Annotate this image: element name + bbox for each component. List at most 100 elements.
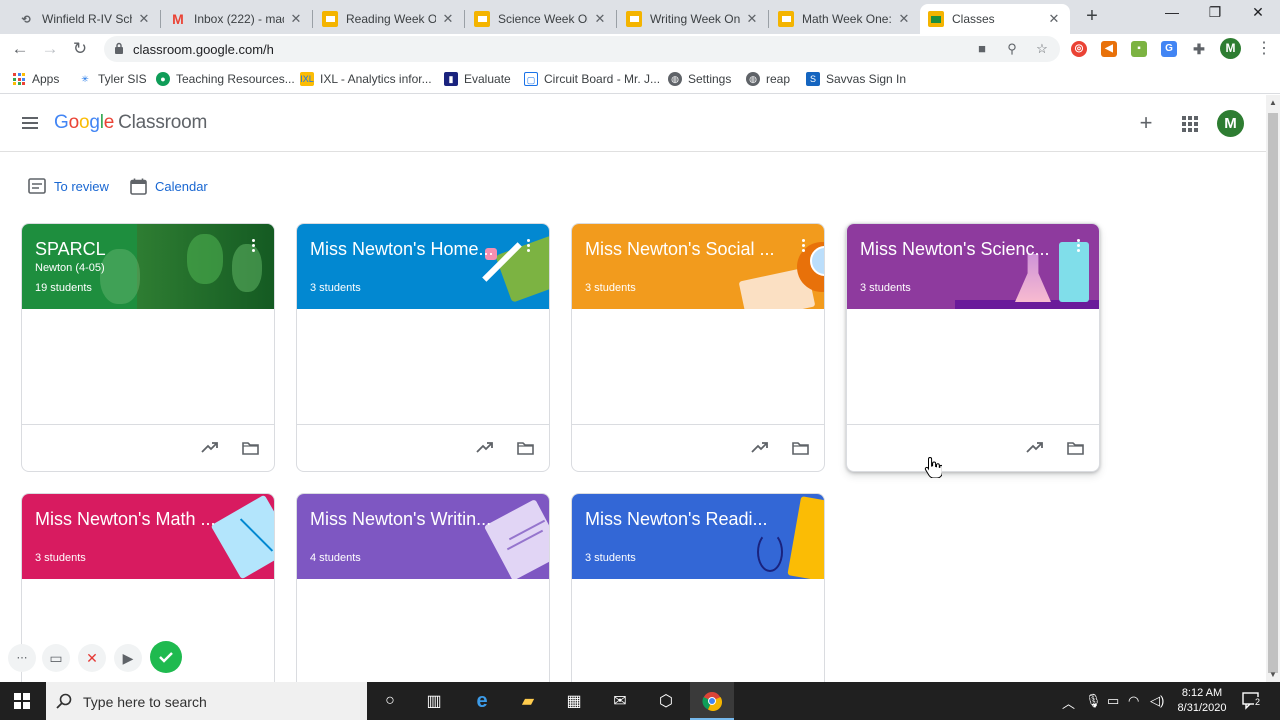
class-banner[interactable]: Miss Newton's Math ... 3 students <box>22 494 274 579</box>
new-tab-button[interactable]: + <box>1082 6 1102 26</box>
class-card[interactable]: Miss Newton's Home... 3 students <box>296 223 550 472</box>
forward-arrow-icon[interactable]: → <box>39 38 61 60</box>
class-options-icon[interactable] <box>525 239 531 255</box>
browser-menu-icon[interactable]: ⋮ <box>1256 38 1272 60</box>
camera-toggle-icon[interactable]: ▭ <box>42 644 70 672</box>
calendar-link[interactable]: Calendar <box>130 178 208 195</box>
minimize-icon[interactable]: — <box>1160 4 1184 24</box>
class-title[interactable]: Miss Newton's Math ... <box>35 509 235 530</box>
bookmark-savvas[interactable]: S Savvas Sign In <box>806 71 906 87</box>
vertical-scrollbar[interactable]: ▲ ▼ <box>1266 95 1280 682</box>
folder-icon[interactable] <box>1067 441 1084 455</box>
browser-tab[interactable]: ⟲ Winfield R-IV Scho ✕ <box>10 4 160 34</box>
extension-green-icon[interactable]: ▪ <box>1131 41 1147 57</box>
class-options-icon[interactable] <box>800 239 806 255</box>
class-card[interactable]: SPARCL Newton (4-05) 19 students <box>21 223 275 472</box>
show-hidden-icons[interactable]: ︿ <box>1062 693 1075 712</box>
battery-icon[interactable]: ▭ <box>1107 693 1119 709</box>
class-banner[interactable]: Miss Newton's Home... 3 students <box>297 224 549 309</box>
class-title[interactable]: Miss Newton's Social ... <box>585 239 785 260</box>
close-tab-icon[interactable]: ✕ <box>592 11 608 27</box>
close-tab-icon[interactable]: ✕ <box>288 11 304 27</box>
windows-start-icon[interactable] <box>14 693 30 709</box>
task-view-icon[interactable]: ▥ <box>422 689 446 713</box>
close-tab-icon[interactable]: ✕ <box>136 11 152 27</box>
browser-tab-active[interactable]: Classes ✕ <box>920 4 1070 34</box>
extension-translate-icon[interactable]: G <box>1161 41 1177 57</box>
class-banner[interactable]: Miss Newton's Readi... 3 students <box>572 494 824 579</box>
edge-icon[interactable]: e <box>470 689 494 713</box>
bookmark-circuit-board[interactable]: ▢ Circuit Board - Mr. J... <box>524 71 660 87</box>
browser-tab[interactable]: M Inbox (222) - mad ✕ <box>162 4 312 34</box>
back-arrow-icon[interactable]: ← <box>9 38 31 60</box>
bookmark-teaching-resources[interactable]: ● Teaching Resources... <box>156 71 295 87</box>
address-bar[interactable]: classroom.google.com/h ■ ⚲ ☆ <box>104 36 1060 62</box>
wifi-icon[interactable]: ◠ <box>1128 693 1139 709</box>
more-options-icon[interactable]: ⋯ <box>8 644 36 672</box>
class-title[interactable]: Miss Newton's Writin... <box>310 509 510 530</box>
restore-icon[interactable]: ❐ <box>1203 4 1227 24</box>
extensions-puzzle-icon[interactable]: ✚ <box>1191 41 1207 57</box>
google-classroom-logo[interactable]: Google Classroom <box>54 112 207 134</box>
trending-up-icon[interactable] <box>751 441 769 453</box>
class-title[interactable]: SPARCL <box>35 239 235 260</box>
scroll-up-icon[interactable]: ▲ <box>1269 99 1277 107</box>
close-tab-icon[interactable]: ✕ <box>744 11 760 27</box>
close-tab-icon[interactable]: ✕ <box>440 11 456 27</box>
account-avatar[interactable]: M <box>1217 110 1244 137</box>
create-join-class-button[interactable]: + <box>1136 112 1156 134</box>
app-cube-icon[interactable]: ⬡ <box>654 689 678 713</box>
bookmark-star-icon[interactable]: ☆ <box>1034 41 1050 57</box>
cancel-recording-icon[interactable]: ✕ <box>78 644 106 672</box>
chrome-icon[interactable] <box>700 689 724 713</box>
window-close-icon[interactable]: ✕ <box>1246 4 1270 24</box>
extension-megaphone-icon[interactable]: ◀ <box>1101 41 1117 57</box>
store-icon[interactable]: ▦ <box>562 689 586 713</box>
close-tab-icon[interactable]: ✕ <box>1046 11 1062 27</box>
scrollbar-thumb[interactable] <box>1268 113 1278 673</box>
browser-profile-avatar[interactable]: M <box>1220 38 1241 59</box>
bookmark-evaluate[interactable]: ▮ Evaluate <box>444 71 511 87</box>
class-card[interactable]: Miss Newton's Social ... 3 students <box>571 223 825 472</box>
trending-up-icon[interactable] <box>476 441 494 453</box>
taskbar-clock[interactable]: 8:12 AM 8/31/2020 <box>1172 686 1232 716</box>
class-banner[interactable]: SPARCL Newton (4-05) 19 students <box>22 224 274 309</box>
class-card[interactable]: Miss Newton's Scienc... 3 students <box>846 223 1100 472</box>
bookmark-settings[interactable]: ◍ Settings <box>668 71 731 87</box>
to-review-link[interactable]: To review <box>28 178 109 194</box>
notifications-icon[interactable]: 2 <box>1241 690 1262 710</box>
file-explorer-icon[interactable]: ▰ <box>516 689 540 713</box>
camera-blocked-icon[interactable]: ■ <box>974 41 990 57</box>
browser-tab[interactable]: Writing Week One ✕ <box>618 4 768 34</box>
folder-icon[interactable] <box>517 441 534 455</box>
zoom-icon[interactable]: ⚲ <box>1004 41 1020 57</box>
finish-recording-button[interactable] <box>150 641 182 673</box>
taskbar-search-box[interactable]: Type here to search <box>46 682 367 720</box>
cortana-icon[interactable]: ○ <box>378 689 402 713</box>
browser-tab[interactable]: Reading Week One ✕ <box>314 4 464 34</box>
class-title[interactable]: Miss Newton's Home... <box>310 239 510 260</box>
main-menu-icon[interactable] <box>22 117 38 129</box>
bookmark-apps[interactable]: Apps <box>12 71 59 87</box>
trending-up-icon[interactable] <box>201 441 219 453</box>
folder-icon[interactable] <box>242 441 259 455</box>
class-banner[interactable]: Miss Newton's Writin... 4 students <box>297 494 549 579</box>
class-title[interactable]: Miss Newton's Readi... <box>585 509 785 530</box>
extension-screencastify-icon[interactable]: ◎ <box>1071 41 1087 57</box>
microphone-icon[interactable]: 🎙︎ <box>1085 693 1102 709</box>
volume-icon[interactable]: ◁) <box>1150 693 1164 709</box>
folder-icon[interactable] <box>792 441 809 455</box>
trending-up-icon[interactable] <box>1026 441 1044 453</box>
class-options-icon[interactable] <box>250 239 256 255</box>
class-banner[interactable]: Miss Newton's Social ... 3 students <box>572 224 824 309</box>
browser-tab[interactable]: Math Week One: 9 ✕ <box>770 4 920 34</box>
bookmark-ixl[interactable]: IXL IXL - Analytics infor... <box>300 71 432 87</box>
class-options-icon[interactable] <box>1075 239 1081 255</box>
bookmark-tyler-sis[interactable]: ✳ Tyler SIS <box>78 71 146 87</box>
pause-recording-icon[interactable]: ▶ <box>114 644 142 672</box>
scroll-down-icon[interactable]: ▼ <box>1269 671 1277 679</box>
browser-tab[interactable]: Science Week One ✕ <box>466 4 616 34</box>
mail-icon[interactable]: ✉ <box>608 689 632 713</box>
class-banner[interactable]: Miss Newton's Scienc... 3 students <box>847 224 1099 309</box>
close-tab-icon[interactable]: ✕ <box>896 11 912 27</box>
